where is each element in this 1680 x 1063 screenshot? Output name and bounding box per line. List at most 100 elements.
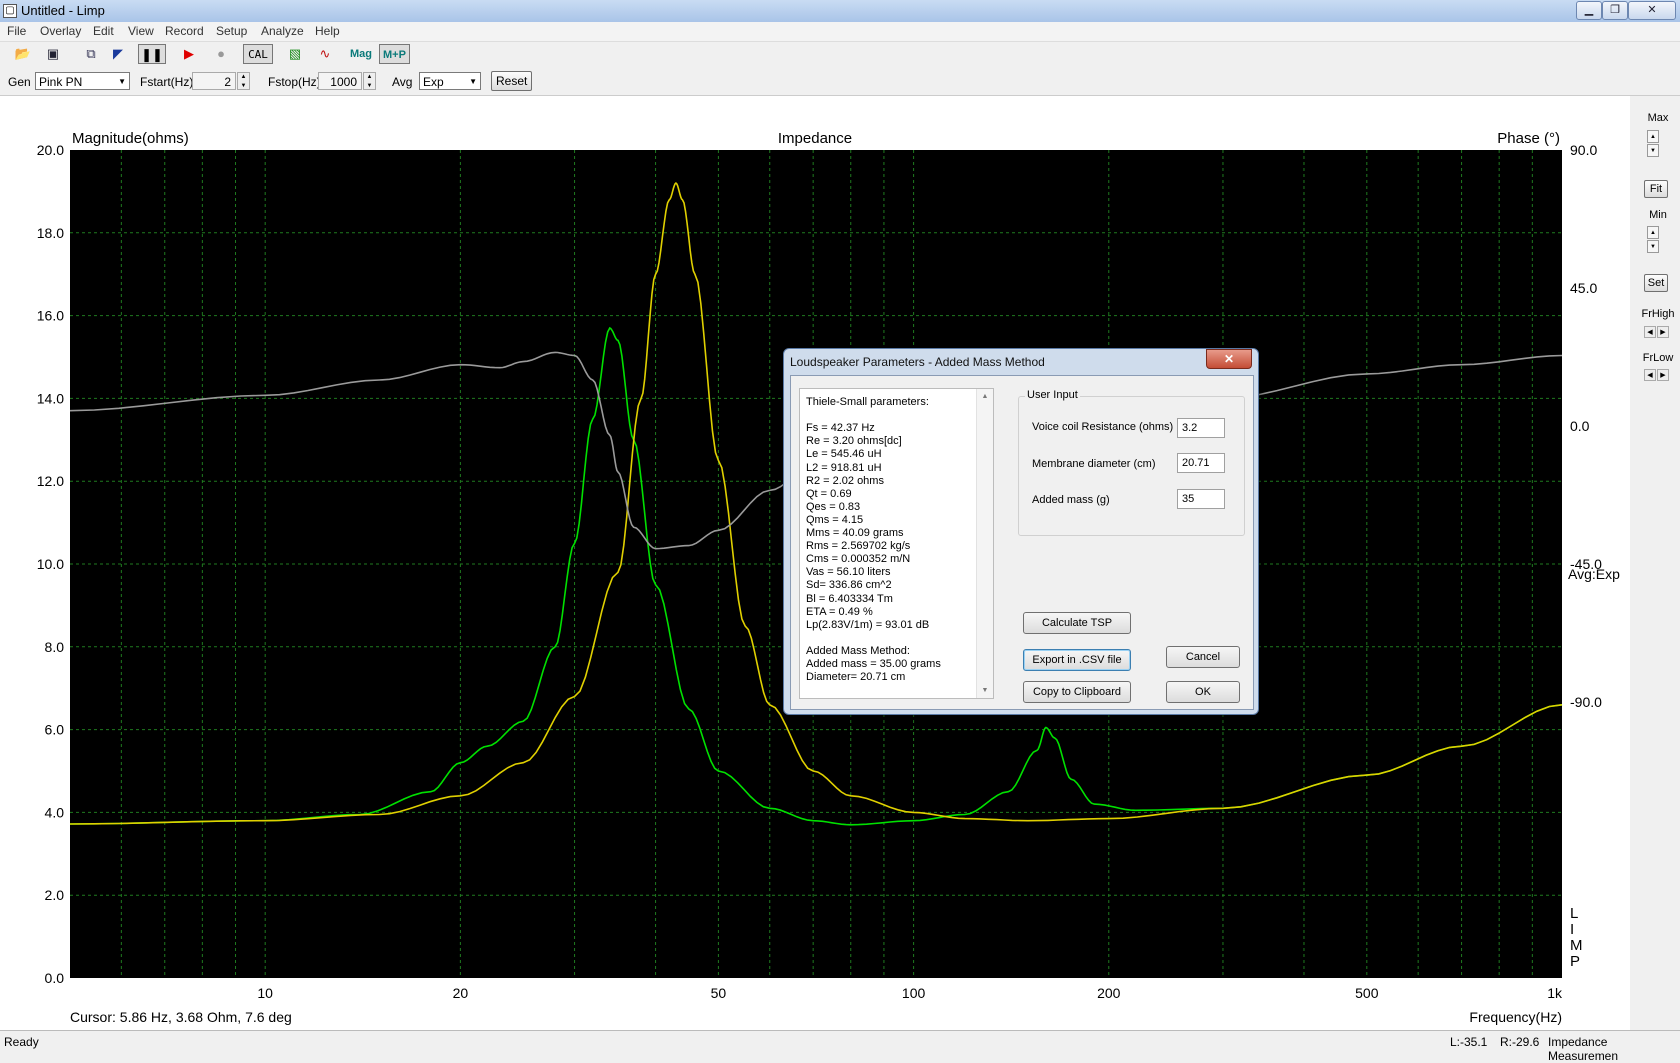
limp-app-icon[interactable]: ▢ — [3, 4, 17, 18]
filter-icon[interactable]: ▧ — [284, 44, 306, 64]
right-control-panel: Max ▲ ▼ Fit Min ▲ ▼ Set FrHigh ◀ ▶ FrLow … — [1630, 96, 1680, 1030]
tsp-line: Lp(2.83V/1m) = 93.01 dB — [806, 618, 930, 631]
dialog-title: Loudspeaker Parameters - Added Mass Meth… — [790, 355, 1045, 369]
fstop-spinner[interactable]: ▲ ▼ — [363, 72, 376, 90]
tsp-line: Added Mass Method: — [806, 644, 910, 657]
export-csv-button[interactable]: Export in .CSV file — [1023, 649, 1131, 671]
min-label: Min — [1649, 209, 1667, 221]
menu-record[interactable]: Record — [165, 24, 204, 38]
y-tick-label: 4.0 — [45, 804, 65, 820]
x-tick-label: 50 — [711, 985, 727, 1001]
status-text: Ready — [4, 1035, 39, 1049]
membrane-diameter-input[interactable]: 20.71 — [1177, 453, 1225, 473]
min-up-button[interactable]: ▲ — [1647, 226, 1659, 239]
gen-select[interactable]: Pink PN ▼ — [35, 72, 130, 90]
max-up-button[interactable]: ▲ — [1647, 130, 1659, 143]
status-bar: Ready L:-35.1 R:-29.6 Impedance Measurem… — [0, 1030, 1680, 1063]
fstart-label: Fstart(Hz) — [140, 75, 194, 89]
user-input-title: User Input — [1025, 389, 1080, 401]
right-arrow-icon[interactable]: ▶ — [1657, 326, 1669, 338]
menu-view[interactable]: View — [128, 24, 154, 38]
mp-button[interactable]: M+P — [379, 44, 410, 64]
y2-tick-label: -90.0 — [1570, 694, 1602, 710]
x-tick-label: 20 — [453, 985, 469, 1001]
play-icon[interactable]: ▶ — [178, 44, 200, 64]
avg-select[interactable]: Exp ▼ — [419, 72, 481, 90]
right-arrow-icon[interactable]: ▶ — [1657, 369, 1669, 381]
tsp-results-box[interactable]: Thiele-Small parameters: Fs = 42.37 Hz Re … — [799, 388, 994, 699]
frhigh-arrows[interactable]: ◀ ▶ — [1644, 326, 1672, 338]
menu-analyze[interactable]: Analyze — [261, 24, 304, 38]
status-mode: Impedance Measuremen — [1548, 1035, 1619, 1063]
fstop-input[interactable]: 1000 — [318, 72, 362, 90]
tsp-line: Qms = 4.15 — [806, 513, 864, 526]
added-mass-input[interactable]: 35 — [1177, 489, 1225, 509]
fit-button[interactable]: Fit — [1644, 180, 1668, 198]
tsp-line: Vas = 56.10 liters — [806, 566, 891, 579]
dialog-close-button[interactable]: ✕ — [1206, 349, 1252, 369]
status-l-value: L:-35.1 — [1450, 1035, 1488, 1049]
max-label: Max — [1647, 112, 1669, 124]
max-down-button[interactable]: ▼ — [1647, 144, 1659, 157]
y2-tick-label: 90.0 — [1570, 142, 1597, 158]
waveform-icon[interactable]: ∿ — [314, 44, 336, 64]
tsp-line: Qt = 0.69 — [806, 487, 852, 500]
frequency-axis-title: Frequency(Hz) — [1469, 1009, 1562, 1025]
menu-help[interactable]: Help — [315, 24, 340, 38]
x-tick-label: 1k — [1547, 985, 1563, 1001]
added-mass-label: Added mass (g) — [1032, 494, 1110, 506]
fstart-input[interactable]: 2 — [192, 72, 236, 90]
tsp-line: Thiele-Small parameters: — [806, 396, 929, 408]
y-tick-label: 16.0 — [37, 308, 64, 324]
min-down-button[interactable]: ▼ — [1647, 240, 1659, 253]
close-window-button[interactable]: ✕ — [1628, 1, 1676, 20]
dialog-body: Thiele-Small parameters: Fs = 42.37 Hz Re … — [790, 375, 1254, 710]
reset-button[interactable]: Reset — [491, 71, 533, 91]
copy-overlay-icon[interactable]: ⧉ — [80, 44, 102, 64]
save-disk-icon[interactable]: ▣ — [42, 44, 64, 64]
frlow-label: FrLow — [1642, 352, 1674, 364]
menu-setup[interactable]: Setup — [216, 24, 247, 38]
maximize-button[interactable]: ❐ — [1602, 1, 1628, 20]
cal-icon[interactable]: CAL — [243, 44, 273, 64]
ok-button[interactable]: OK — [1166, 681, 1240, 703]
menu-edit[interactable]: Edit — [93, 24, 114, 38]
tsp-line: ETA = 0.49 % — [806, 605, 873, 618]
copy-clipboard-button[interactable]: Copy to Clipboard — [1023, 681, 1131, 703]
pause-icon[interactable]: ❚❚ — [138, 44, 166, 64]
tsp-line: Rms = 2.569702 kg/s — [806, 540, 911, 553]
fstart-spinner[interactable]: ▲ ▼ — [237, 72, 250, 90]
pen-icon[interactable]: ◤ — [107, 44, 129, 64]
title-bar: ▢ Untitled - Limp ▁ ❐ ✕ — [0, 0, 1680, 23]
x-tick-label: 200 — [1097, 985, 1121, 1001]
cursor-readout: Cursor: 5.86 Hz, 3.68 Ohm, 7.6 deg — [70, 1009, 292, 1025]
tsp-scrollbar[interactable]: ▲ ▼ — [976, 389, 993, 698]
left-arrow-icon[interactable]: ◀ — [1644, 369, 1656, 381]
menu-file[interactable]: File — [7, 24, 26, 38]
tsp-line: R2 = 2.02 ohms — [806, 474, 884, 487]
x-tick-label: 500 — [1355, 985, 1379, 1001]
x-tick-label: 100 — [902, 985, 926, 1001]
voice-coil-input[interactable]: 3.2 — [1177, 418, 1225, 438]
scroll-up-icon[interactable]: ▲ — [977, 393, 993, 400]
left-arrow-icon[interactable]: ◀ — [1644, 326, 1656, 338]
toolbar: 📂 ▣ ⧉ ◤ ❚❚ ▶ ● CAL ▧ ∿ Mag M+P — [0, 42, 1680, 68]
calculate-tsp-button[interactable]: Calculate TSP — [1023, 612, 1131, 634]
open-folder-icon[interactable]: 📂 — [12, 44, 34, 64]
mag-button[interactable]: Mag — [347, 44, 375, 64]
window-title: Untitled - Limp — [21, 3, 105, 18]
menu-overlay[interactable]: Overlay — [40, 24, 81, 38]
scroll-down-icon[interactable]: ▼ — [977, 687, 993, 694]
record-icon[interactable]: ● — [210, 44, 232, 64]
minimize-button[interactable]: ▁ — [1576, 1, 1602, 20]
y2-tick-label: 45.0 — [1570, 280, 1597, 296]
y-tick-label: 14.0 — [37, 390, 64, 406]
frlow-arrows[interactable]: ◀ ▶ — [1644, 369, 1672, 381]
y-tick-label: 8.0 — [45, 639, 65, 655]
cancel-button[interactable]: Cancel — [1166, 646, 1240, 668]
avg-indicator: Avg:Exp — [1568, 566, 1620, 582]
set-button[interactable]: Set — [1644, 274, 1668, 292]
chevron-down-icon: ▼ — [118, 77, 126, 86]
limp-logo-text: LIMP — [1570, 905, 1583, 970]
y-tick-label: 20.0 — [37, 142, 64, 158]
